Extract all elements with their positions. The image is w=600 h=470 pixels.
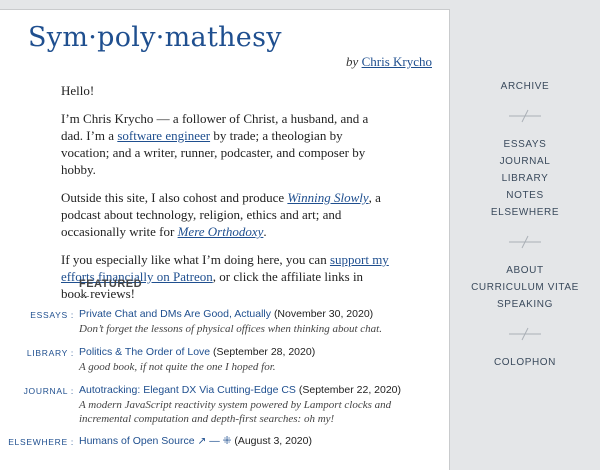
featured-date: (August 3, 2020)	[234, 435, 312, 447]
p2-text-end: .	[263, 224, 267, 239]
featured-heading: FEATURED	[79, 278, 143, 290]
featured-description: A good book, if not quite the one I hope…	[79, 361, 276, 373]
winning-slowly-link[interactable]: Winning Slowly	[287, 190, 368, 205]
featured-title-link[interactable]: Private Chat and DMs Are Good, Actually	[79, 308, 271, 320]
separator-icon	[509, 327, 541, 341]
nav-library[interactable]: LIBRARY	[450, 173, 600, 184]
nav-colophon[interactable]: COLOPHON	[450, 357, 600, 368]
separator-icon	[509, 109, 541, 123]
byline-by: by	[346, 54, 359, 69]
p2-text-start: Outside this site, I also cohost and pro…	[61, 190, 288, 205]
nav-elsewhere[interactable]: ELSEWHERE	[450, 207, 600, 218]
site-title-link[interactable]: Sym·poly·mathesy	[28, 22, 282, 53]
featured-title-link[interactable]: Humans of Open Source	[79, 435, 195, 447]
nav-notes[interactable]: NOTES	[450, 190, 600, 201]
featured-description: A modern JavaScript reactivity system po…	[79, 399, 392, 425]
featured-date: (September 22, 2020)	[298, 384, 402, 396]
sidebar-nav: ARCHIVE ESSAYS JOURNAL LIBRARY NOTES ELS…	[450, 0, 600, 450]
byline: by Chris Krycho	[346, 54, 432, 70]
mere-orthodoxy-link[interactable]: Mere Orthodoxy	[178, 224, 264, 239]
nav-essays[interactable]: ESSAYS	[450, 139, 600, 150]
intro-paragraph-3: If you especially like what I’m doing he…	[61, 251, 391, 302]
featured-category[interactable]: ESSAYS :	[0, 308, 74, 322]
nav-speaking[interactable]: SPEAKING	[450, 299, 600, 310]
featured-divider	[79, 296, 89, 297]
featured-description: Don’t forget the lessons of physical off…	[79, 323, 382, 335]
external-link-icon[interactable]: ↗ — ⁜	[195, 435, 231, 447]
featured-title-link[interactable]: Politics & The Order of Love	[79, 346, 210, 358]
featured-category[interactable]: JOURNAL :	[0, 384, 74, 398]
intro-paragraph-1: I’m Chris Krycho — a follower of Christ,…	[61, 110, 391, 178]
software-engineer-link[interactable]: software engineer	[117, 128, 210, 143]
featured-category[interactable]: LIBRARY :	[0, 346, 74, 360]
nav-curriculum-vitae[interactable]: CURRICULUM VITAE	[450, 282, 600, 293]
greeting: Hello!	[61, 83, 95, 98]
intro-paragraph-2: Outside this site, I also cohost and pro…	[61, 189, 391, 240]
featured-title-link[interactable]: Autotracking: Elegant DX Via Cutting-Edg…	[79, 384, 296, 396]
main-content-panel: Sym·poly·mathesy by Chris Krycho Hello! …	[0, 9, 450, 470]
featured-category[interactable]: ELSEWHERE :	[0, 435, 74, 449]
featured-date: (November 30, 2020)	[273, 308, 374, 320]
nav-about[interactable]: ABOUT	[450, 265, 600, 276]
nav-journal[interactable]: JOURNAL	[450, 156, 600, 167]
nav-archive[interactable]: ARCHIVE	[450, 81, 600, 92]
p3-text-start: If you especially like what I’m doing he…	[61, 252, 330, 267]
author-link[interactable]: Chris Krycho	[362, 54, 432, 69]
featured-date: (September 28, 2020)	[213, 346, 316, 358]
separator-icon	[509, 235, 541, 249]
